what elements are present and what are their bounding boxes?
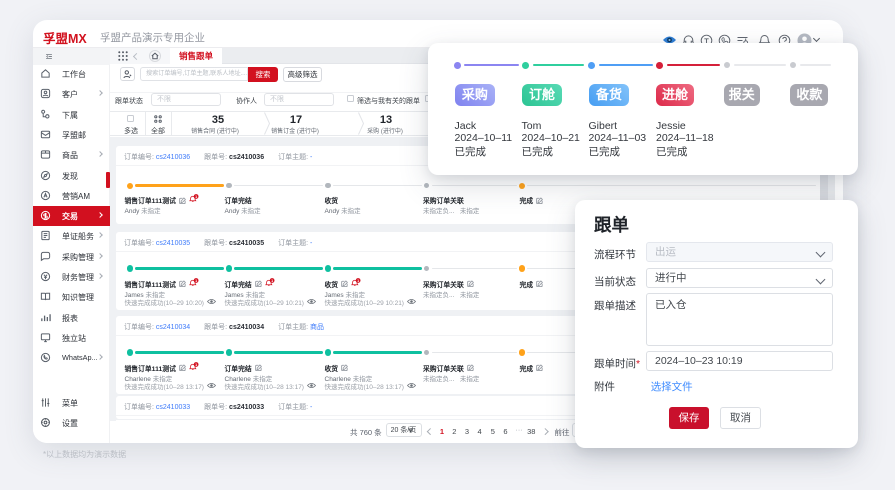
svg-text:1: 1 [195, 362, 197, 366]
svg-text:1: 1 [195, 278, 197, 282]
svg-text:1: 1 [271, 278, 273, 282]
svg-text:1: 1 [357, 278, 359, 282]
svg-text:1: 1 [195, 195, 197, 199]
